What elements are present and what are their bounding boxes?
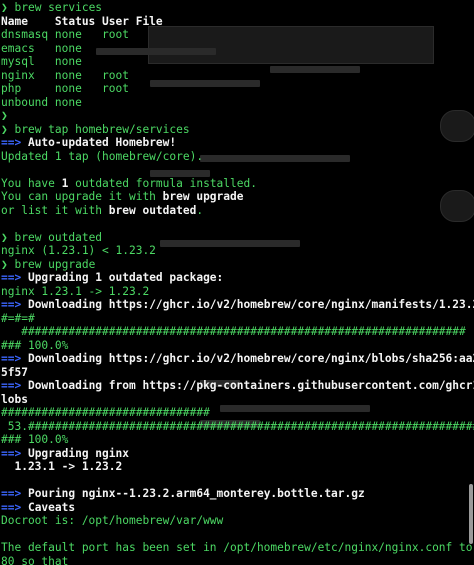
terminal-line: ❯ brew services [1, 1, 474, 15]
terminal-line: mysql none [1, 55, 474, 69]
terminal-line: Updated 1 tap (homebrew/core). [1, 150, 474, 164]
status-heading: Upgrading nginx [27, 446, 129, 460]
output-text: php none root [1, 82, 129, 95]
terminal-line: #=#=# [1, 312, 474, 326]
terminal-line: ==> Caveats [1, 501, 474, 515]
terminal-line: The default port has been set in /opt/ho… [1, 541, 474, 555]
output-text: lobs [1, 392, 28, 406]
terminal-output: ❯ brew services Name Status User File dnsm… [1, 1, 474, 565]
terminal-line: Name Status User File [1, 15, 474, 29]
prompt-chevron-icon: ❯ [1, 230, 8, 244]
output-text: ### 100.0% [1, 338, 69, 352]
prompt-chevron-icon: ❯ [1, 109, 8, 122]
terminal-line: ==> Downloading https://ghcr.io/v2/homeb… [1, 352, 474, 366]
output-text: 5f57 [1, 365, 28, 379]
arrow-icon: ==> [1, 352, 28, 365]
terminal-line: lobs [1, 393, 474, 407]
terminal-line: ❯ [1, 109, 474, 123]
command-text: brew outdated [7, 230, 103, 244]
terminal-line: 53.#####################################… [1, 420, 474, 434]
output-text-segment: or list it with [1, 203, 109, 217]
command-text: brew upgrade [7, 257, 96, 271]
terminal-line: ❯ brew upgrade [1, 258, 474, 272]
output-text: emacs none [1, 41, 82, 55]
arrow-icon: ==> [1, 379, 28, 392]
terminal-line: ==> Upgrading 1 outdated package: [1, 271, 474, 285]
terminal-line: 80 so that [1, 555, 474, 565]
output-text-segment: You can upgrade it with [1, 190, 163, 203]
output-text: ############################### [1, 406, 210, 419]
command-text: brew services [7, 1, 103, 14]
output-text: Docroot is: /opt/homebrew/var/www [1, 514, 224, 527]
command-text: brew tap homebrew/services [7, 122, 190, 136]
output-text: Updated 1 tap (homebrew/core). [1, 149, 204, 163]
arrow-icon: ==> [1, 271, 28, 284]
output-text: dnsmasq none root [1, 28, 129, 41]
terminal-line: ########################################… [1, 325, 474, 339]
prompt-chevron-icon: ❯ [1, 257, 8, 271]
terminal-line: You can upgrade it with brew upgrade [1, 190, 474, 204]
terminal-line: ==> Pouring nginx--1.23.2.arm64_monterey… [1, 487, 474, 501]
terminal-window[interactable]: ❯ brew services Name Status User File dnsm… [0, 0, 474, 565]
terminal-line: ❯ brew tap homebrew/services [1, 123, 474, 137]
output-text: 1.23.1 -> 1.23.2 [1, 460, 123, 473]
status-heading: Pouring nginx--1.23.2.arm64_monterey.bot… [27, 487, 365, 500]
terminal-line: ==> Downloading from https://pkg-contain… [1, 379, 474, 393]
arrow-icon: ==> [1, 298, 28, 311]
output-text: mysql none [1, 55, 82, 68]
status-heading: Downloading https://ghcr.io/v2/homebrew/… [27, 298, 474, 311]
terminal-line: nginx 1.23.1 -> 1.23.2 [1, 285, 474, 299]
terminal-line: nginx none root [1, 69, 474, 83]
terminal-line: ==> Downloading https://ghcr.io/v2/homeb… [1, 298, 474, 312]
arrow-icon: ==> [1, 446, 28, 460]
output-text: The default port has been set in /opt/ho… [1, 541, 474, 554]
prompt-chevron-icon: ❯ [1, 122, 8, 136]
terminal-line: unbound none [1, 96, 474, 110]
terminal-line: ==> Upgrading nginx [1, 447, 474, 461]
output-text: 80 so that [1, 554, 69, 565]
output-text-segment: outdated formula installed. [68, 176, 257, 190]
prompt-chevron-icon: ❯ [1, 1, 8, 14]
status-heading: Downloading from https://pkg-containers.… [27, 379, 474, 392]
terminal-line: ############################### [1, 406, 474, 420]
terminal-line: php none root [1, 82, 474, 96]
output-text: ### 100.0% [1, 433, 69, 446]
arrow-icon: ==> [1, 500, 28, 514]
terminal-line: emacs none [1, 42, 474, 56]
terminal-line: ### 100.0% [1, 339, 474, 353]
output-text: #=#=# [1, 311, 35, 325]
terminal-scrollbar[interactable] [469, 484, 473, 544]
output-text-segment: . [196, 203, 204, 217]
terminal-line: ❯ brew outdated [1, 231, 474, 245]
status-heading: Auto-updated Homebrew! [27, 136, 177, 149]
output-text-segment: brew outdated [108, 203, 197, 217]
terminal-line: 1.23.1 -> 1.23.2 [1, 460, 474, 474]
status-heading: Downloading https://ghcr.io/v2/homebrew/… [27, 352, 474, 365]
terminal-line: nginx (1.23.1) < 1.23.2 [1, 244, 474, 258]
output-text: nginx none root [1, 68, 129, 82]
terminal-line: dnsmasq none root [1, 28, 474, 42]
terminal-line: ### 100.0% [1, 433, 474, 447]
terminal-line: You have 1 outdated formula installed. [1, 177, 474, 191]
status-heading: Upgrading 1 outdated package: [27, 271, 224, 284]
output-text-segment: brew upgrade [162, 190, 244, 203]
arrow-icon: ==> [1, 487, 28, 500]
output-text-segment: You have [1, 176, 62, 190]
terminal-line: Docroot is: /opt/homebrew/var/www [1, 514, 474, 528]
output-text: 53.#####################################… [1, 419, 474, 433]
output-text: ########################################… [1, 325, 466, 338]
status-heading: Caveats [27, 500, 76, 514]
terminal-line: or list it with brew outdated. [1, 204, 474, 218]
terminal-line: 5f57 [1, 366, 474, 380]
arrow-icon: ==> [1, 136, 28, 149]
output-text: nginx (1.23.1) < 1.23.2 [1, 244, 156, 257]
terminal-line: ==> Auto-updated Homebrew! [1, 136, 474, 150]
output-text: nginx 1.23.1 -> 1.23.2 [1, 284, 150, 298]
output-text: unbound none [1, 95, 82, 109]
table-header: Name Status User File [1, 14, 163, 28]
